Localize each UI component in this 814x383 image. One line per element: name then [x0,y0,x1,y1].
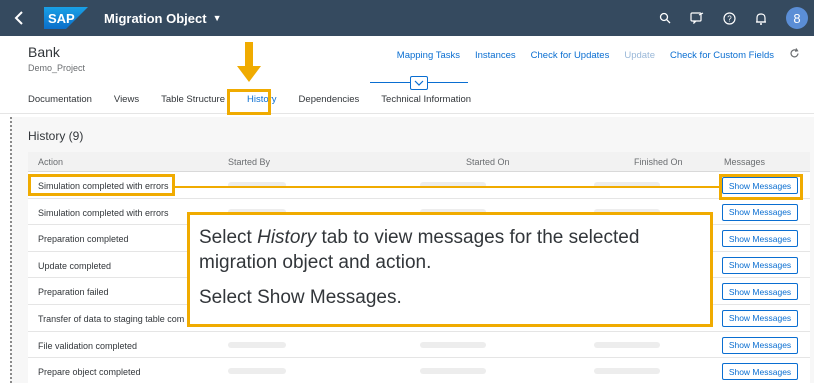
svg-text:SAP: SAP [48,11,75,26]
arrow-down-icon [237,42,261,82]
header-collapse [370,76,468,90]
tab-views[interactable]: Views [114,94,139,105]
row-action: Update completed [38,260,112,271]
search-icon[interactable] [658,11,672,25]
show-messages-button[interactable]: Show Messages [722,336,798,354]
redacted-started-by [228,368,286,375]
table-header: Action Started By Started On Finished On… [28,152,810,172]
instances-link[interactable]: Instances [475,50,516,61]
mapping-tasks-link[interactable]: Mapping Tasks [397,50,460,61]
history-tab-highlight [227,89,271,115]
check-for-custom-fields-link[interactable]: Check for Custom Fields [670,50,774,61]
header-actions: Mapping Tasks Instances Check for Update… [397,48,800,62]
callout-line-1: Select History tab to view messages for … [199,227,640,273]
shell-bar: SAP Migration Object ▼ ? 8 [0,0,814,36]
row-action: Transfer of data to staging table com [38,313,185,324]
column-started-by: Started By [228,157,271,167]
show-messages-button[interactable]: Show Messages [722,230,798,248]
show-messages-button[interactable]: Show Messages [722,283,798,301]
column-finished-on: Finished On [634,157,683,167]
column-action: Action [38,157,64,167]
show-messages-button[interactable]: Show Messages [722,309,798,327]
table-row[interactable]: File validation completed Show Messages [28,331,810,359]
help-icon[interactable]: ? [722,11,736,25]
svg-text:?: ? [727,14,732,23]
chevron-down-icon [414,80,424,86]
callout-line-2: Select Show Messages. [199,287,402,308]
show-messages-button[interactable]: Show Messages [722,203,798,221]
check-for-updates-link[interactable]: Check for Updates [531,50,610,61]
redacted-started-on [420,368,486,375]
connector-line [175,186,719,188]
app-title: Migration Object [104,10,207,26]
redacted-finished-on [594,341,660,348]
row-action: Preparation failed [38,287,109,298]
show-messages-button[interactable]: Show Messages [722,363,798,381]
redacted-started-on [420,341,486,348]
instruction-callout: Select History tab to view messages for … [187,212,713,327]
row-action: File validation completed [38,340,138,351]
refresh-icon[interactable] [789,48,800,62]
avatar-letter: 8 [793,10,801,26]
row-action: Prepare object completed [38,367,141,378]
redacted-finished-on [594,368,660,375]
tab-table-structure[interactable]: Table Structure [161,94,225,105]
table-row[interactable]: Prepare object completed Show Messages [28,358,810,383]
back-icon[interactable] [0,0,38,36]
column-started-on: Started On [466,157,510,167]
row-action: Preparation completed [38,234,129,245]
notifications-icon[interactable] [754,11,768,25]
callout-emphasis: History [257,227,317,248]
column-messages: Messages [724,157,766,167]
show-messages-button[interactable]: Show Messages [722,256,798,274]
row-action: Simulation completed with errors [38,207,169,218]
tab-documentation[interactable]: Documentation [28,94,92,105]
feedback-icon[interactable] [690,11,704,25]
collapse-header-button[interactable] [410,76,428,90]
user-avatar[interactable]: 8 [786,7,808,29]
object-subtitle: Demo_Project [28,63,86,73]
object-title: Bank [28,44,60,60]
history-title: History (9) [28,129,84,143]
show-messages-highlight [719,174,803,200]
update-link[interactable]: Update [624,50,655,61]
row-highlight [28,174,175,196]
caret-down-icon: ▼ [212,13,222,23]
object-header: Bank Demo_Project Mapping Tasks Instance… [0,36,814,114]
app-title-menu[interactable]: Migration Object ▼ [104,11,221,26]
tab-dependencies[interactable]: Dependencies [299,94,360,105]
sap-logo[interactable]: SAP [44,7,88,29]
collapse-line-right [428,82,468,83]
tab-technical-information[interactable]: Technical Information [381,94,471,105]
collapse-line-left [370,82,410,83]
redacted-started-by [228,341,286,348]
